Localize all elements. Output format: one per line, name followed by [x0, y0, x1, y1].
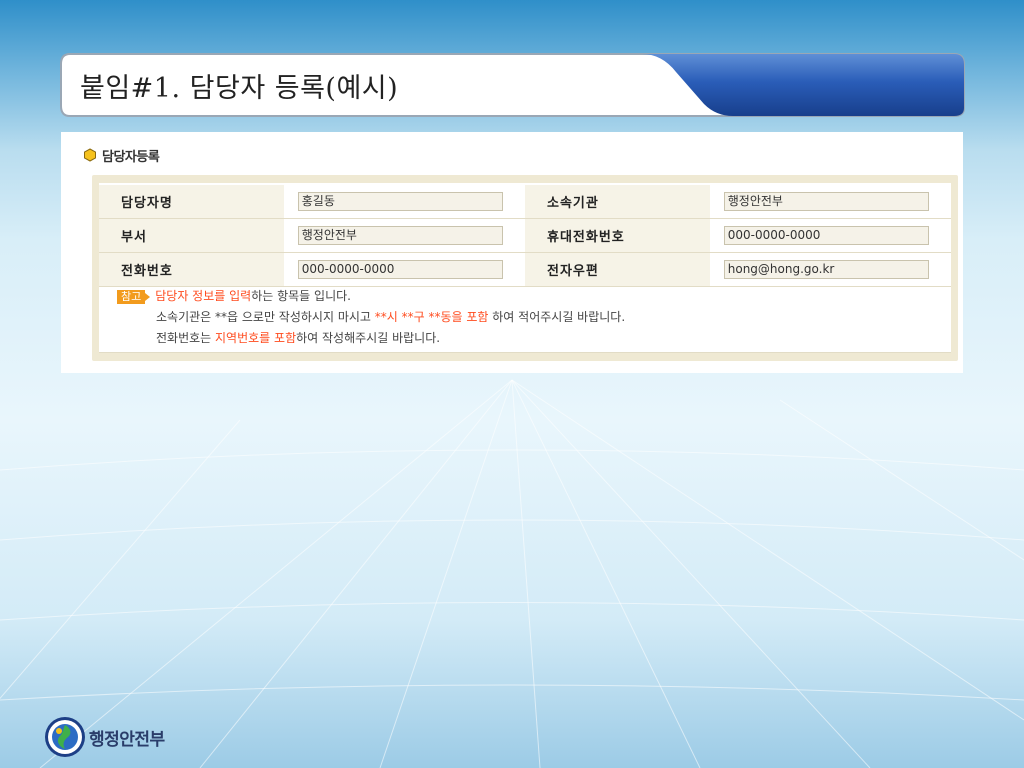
note-line-3: 전화번호는 지역번호를 포함하여 작성해주시길 바랍니다.: [99, 328, 951, 349]
note-highlight: **시 **구 **동을 포함: [374, 310, 489, 324]
ministry-name: 행정안전부: [89, 729, 165, 750]
registration-panel: 담당자등록 담당자명 홍길동 소속기관 행정안전부 부서 행정안전부 휴대전화번…: [61, 132, 963, 373]
organization-label: 소속기관: [524, 185, 710, 219]
divider: [99, 352, 951, 353]
department-input[interactable]: 행정안전부: [297, 226, 503, 245]
email-label: 전자우편: [524, 252, 710, 287]
note-line-1: 참고 담당자 정보를 입력하는 항목들 입니다.: [99, 286, 951, 307]
phone-input[interactable]: 000-0000-0000: [297, 260, 503, 279]
form-row: 담당자명 홍길동 소속기관 행정안전부: [99, 185, 951, 219]
form-row: 전화번호 000-0000-0000 전자우편 hong@hong.go.kr: [99, 252, 951, 287]
hexagon-bullet-icon: [84, 148, 96, 162]
section-header: 담당자등록: [83, 146, 160, 165]
mobile-phone-input[interactable]: 000-0000-0000: [723, 226, 929, 245]
slide-title: 붙임#1. 담당자 등록(예시): [80, 73, 399, 104]
note-text: 소속기관은 **읍 으로만 작성하시지 마시고: [156, 310, 375, 324]
name-input[interactable]: 홍길동: [297, 192, 503, 211]
note-text: 하는 항목들 입니다.: [251, 289, 351, 303]
name-label: 담당자명: [99, 185, 284, 219]
reference-badge: 참고: [117, 290, 151, 304]
reference-notes: 참고 담당자 정보를 입력하는 항목들 입니다. 소속기관은 **읍 으로만 작성…: [99, 286, 951, 349]
note-line-2: 소속기관은 **읍 으로만 작성하시지 마시고 **시 **구 **동을 포함 …: [99, 307, 951, 328]
slide-title-bar: 붙임#1. 담당자 등록(예시): [58, 50, 966, 118]
email-input[interactable]: hong@hong.go.kr: [723, 260, 929, 279]
note-text: 전화번호는: [156, 331, 216, 345]
form-frame: 담당자명 홍길동 소속기관 행정안전부 부서 행정안전부 휴대전화번호 000-…: [92, 175, 958, 361]
mobile-phone-label: 휴대전화번호: [524, 218, 710, 253]
form-container: 담당자명 홍길동 소속기관 행정안전부 부서 행정안전부 휴대전화번호 000-…: [99, 183, 951, 353]
note-highlight: 담당자 정보를 입력: [155, 289, 252, 303]
contact-form-table: 담당자명 홍길동 소속기관 행정안전부 부서 행정안전부 휴대전화번호 000-…: [99, 185, 951, 287]
note-text: 하여 적어주시길 바랍니다.: [488, 310, 626, 324]
organization-input[interactable]: 행정안전부: [723, 192, 929, 211]
ministry-logo: 행정안전부: [44, 716, 165, 758]
government-emblem-icon: [45, 717, 85, 757]
department-label: 부서: [99, 218, 284, 253]
note-text: 하여 작성해주시길 바랍니다.: [296, 331, 441, 345]
section-title: 담당자등록: [102, 149, 160, 165]
phone-label: 전화번호: [99, 252, 284, 287]
form-row: 부서 행정안전부 휴대전화번호 000-0000-0000: [99, 218, 951, 253]
note-highlight: 지역번호를 포함: [215, 331, 297, 345]
